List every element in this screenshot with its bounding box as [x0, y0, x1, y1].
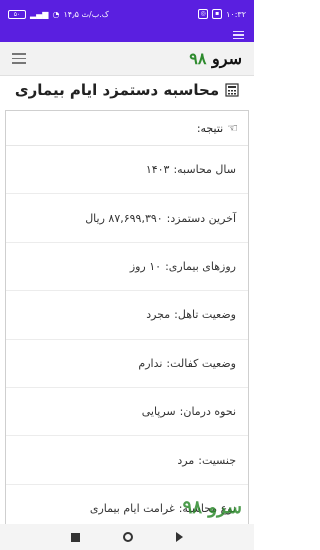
result-row-sick-days: روزهای بیماری: ۱۰ روز — [6, 243, 248, 292]
home-icon[interactable] — [122, 532, 133, 542]
status-bar: ۵۰ ▂▄▆ ◔ ۱۴٫۵ ک.ب/ث ◎ ▪ ۱۰:۳۲ — [0, 0, 254, 28]
result-card: ☜ نتیجه: سال محاسبه: ۱۴۰۳ آخرین دستمزد: … — [5, 110, 249, 540]
result-row-treatment: نحوه درمان: سرپایی — [6, 388, 248, 437]
app-notification-icon-2: ▪ — [212, 9, 223, 19]
system-nav-bar — [0, 524, 254, 550]
row-label: وضعیت تاهل: — [174, 308, 236, 322]
row-label: روزهای بیماری: — [165, 259, 236, 273]
result-row-guardianship: وضعیت کفالت: ندارم — [6, 340, 248, 388]
row-value: ۱۴۰۳ — [145, 163, 170, 177]
row-label: سال محاسبه: — [173, 163, 236, 177]
row-value: ۱۰ روز — [129, 259, 162, 273]
row-value: مجرد — [146, 308, 171, 322]
network-speed: ۱۴٫۵ ک.ب/ث — [63, 9, 109, 19]
result-heading-text: نتیجه: — [196, 121, 224, 135]
pointing-hand-icon: ☜ — [227, 121, 238, 135]
signal-icon: ▂▄▆ — [30, 9, 49, 19]
page-title: محاسبه دستمزد ایام بیماری — [14, 81, 220, 99]
back-icon[interactable] — [175, 532, 183, 542]
row-value: مرد — [177, 453, 195, 467]
logo-number: ۹۸ — [189, 49, 207, 68]
site-logo[interactable]: سرو ۹۸ — [189, 49, 242, 68]
row-value: ۸۷,۶۹۹,۳۹۰ ریال — [85, 211, 163, 225]
row-label: آخرین دستمزد: — [166, 211, 236, 225]
app-bar-strip — [0, 28, 254, 42]
wifi-icon: ◔ — [52, 9, 60, 19]
battery-icon: ۵۰ — [8, 9, 26, 19]
recent-apps-icon[interactable] — [71, 532, 81, 542]
app-notification-icon: ◎ — [198, 9, 209, 19]
page-title-row: محاسبه دستمزد ایام بیماری — [0, 76, 254, 104]
result-heading: ☜ نتیجه: — [6, 111, 248, 146]
result-row-last-wage: آخرین دستمزد: ۸۷,۶۹۹,۳۹۰ ریال — [6, 194, 248, 243]
result-row-gender: جنسیت: مرد — [6, 436, 248, 485]
status-right: ◎ ▪ ۱۰:۳۲ — [198, 9, 246, 19]
watermark-logo: سرو ۹۸ — [182, 497, 242, 518]
row-label: وضعیت کفالت: — [166, 356, 236, 370]
hamburger-menu-icon[interactable] — [233, 30, 244, 40]
app-header: سرو ۹۸ — [0, 42, 254, 76]
result-row-marital-status: وضعیت تاهل: مجرد — [6, 291, 248, 340]
row-value: غرامت ایام بیماری — [89, 501, 175, 515]
row-value: سرپایی — [141, 405, 176, 419]
result-row-year: سال محاسبه: ۱۴۰۳ — [6, 146, 248, 195]
hamburger-menu-icon[interactable] — [12, 53, 26, 64]
calculator-icon — [225, 83, 239, 97]
row-label: نحوه درمان: — [179, 405, 236, 419]
logo-text: سرو — [212, 49, 242, 68]
row-label: جنسیت: — [198, 453, 236, 467]
status-left: ۵۰ ▂▄▆ ◔ ۱۴٫۵ ک.ب/ث — [8, 9, 109, 19]
clock: ۱۰:۳۲ — [226, 9, 246, 19]
row-value: ندارم — [138, 356, 163, 370]
